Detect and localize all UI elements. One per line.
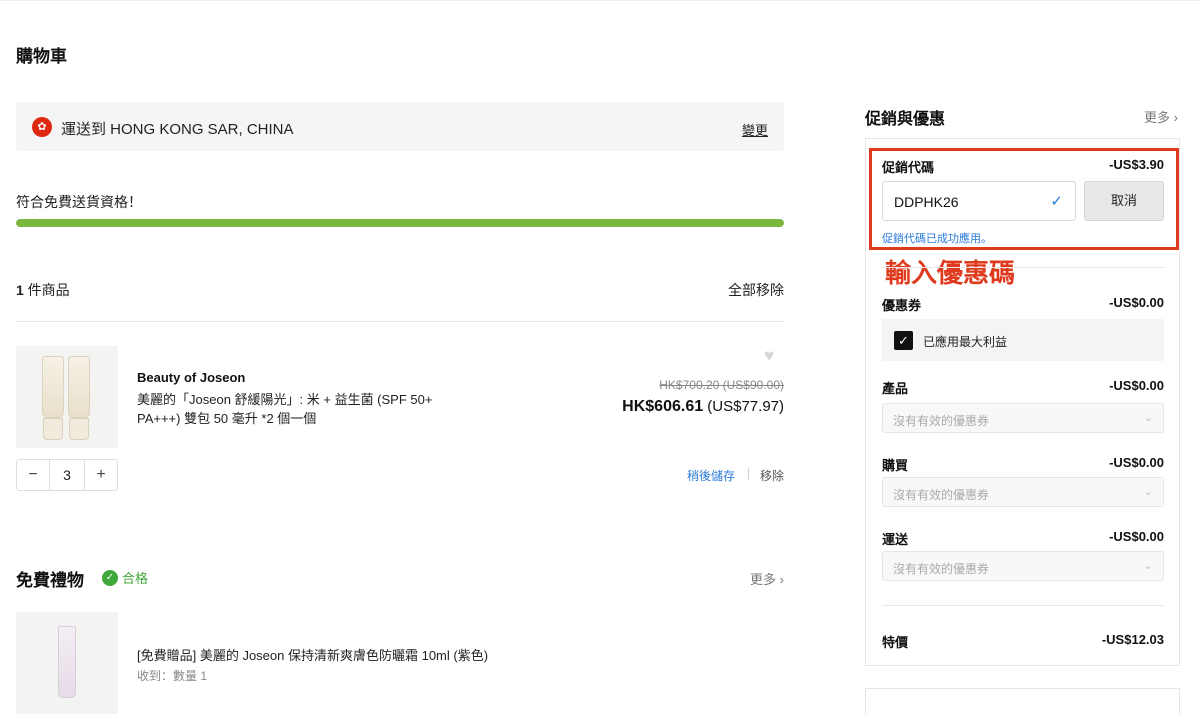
items-count-label: 件商品: [23, 282, 70, 298]
product-coupon-label: 產品: [882, 381, 909, 396]
cancel-promo-button[interactable]: 取消: [1084, 181, 1164, 221]
current-price: HK$606.61 (US$77.97): [622, 398, 784, 416]
chevron-down-icon: ⌄: [1143, 486, 1153, 498]
product-brand[interactable]: Beauty of Joseon: [137, 370, 245, 385]
progress-fill: [16, 219, 784, 227]
save-for-later-link[interactable]: 稍後儲存: [687, 467, 735, 484]
promo-code-amount: -US$3.90: [1109, 157, 1164, 172]
promotions-title: 促銷與優惠: [865, 111, 946, 128]
product-tube-cap-left: [43, 418, 63, 440]
more-gifts-link[interactable]: 更多 ›: [750, 569, 784, 588]
purchase-coupon-select[interactable]: 沒有有效的優惠券 ⌄: [882, 477, 1164, 507]
promotions-more-link[interactable]: 更多 ›: [1144, 107, 1178, 126]
divider: [882, 605, 1164, 606]
free-shipping-progress: [16, 219, 784, 227]
promo-code-value: DDPHK26: [894, 194, 959, 210]
product-coupon-amount: -US$0.00: [1109, 378, 1164, 393]
quantity-value[interactable]: 3: [50, 460, 84, 490]
heart-icon[interactable]: ♥: [764, 346, 774, 366]
gift-quantity: 收到：數量 1: [137, 669, 208, 683]
remove-item-link[interactable]: 移除: [760, 467, 784, 484]
purchase-coupon-label: 購買: [882, 458, 909, 473]
purchase-coupon-amount: -US$0.00: [1109, 455, 1164, 470]
decrease-quantity-button[interactable]: −: [17, 460, 50, 490]
quantity-stepper: − 3 +: [16, 459, 118, 491]
current-price-usd: (US$77.97): [703, 398, 784, 415]
items-count-number: 1: [16, 282, 24, 298]
max-benefit-checkbox[interactable]: ✓: [894, 331, 913, 350]
max-benefit-option[interactable]: ✓ 已應用最大利益: [882, 319, 1164, 361]
divider: [882, 267, 1164, 268]
gift-image: [16, 612, 118, 714]
action-separator: |: [746, 466, 750, 480]
top-divider: [0, 0, 1200, 1]
gift-name: [免費贈品] 美麗的 Joseon 保持清新爽膚色防曬霜 10ml (紫色): [137, 648, 489, 663]
divider: [16, 321, 784, 322]
items-count: 1 件商品: [16, 280, 70, 300]
product-image[interactable]: [16, 346, 118, 448]
shipping-bar: ✿ 運送到 HONG KONG SAR, CHINA 變更: [16, 102, 784, 151]
original-price: HK$700.20 (US$90.00): [659, 378, 784, 392]
chevron-down-icon: ⌄: [1143, 560, 1153, 572]
current-price-hkd: HK$606.61: [622, 398, 704, 415]
product-coupon-placeholder: 沒有有效的優惠券: [893, 414, 990, 428]
qualify-label: 合格: [122, 571, 149, 586]
product-tube-right: [68, 356, 90, 418]
annotation-text: 輸入優惠碼: [885, 258, 1016, 288]
change-shipping-link[interactable]: 變更: [742, 120, 768, 139]
remove-all-button[interactable]: 全部移除: [728, 280, 784, 300]
free-shipping-text: 符合免費送貨資格！: [16, 194, 142, 210]
product-name[interactable]: 美麗的「Joseon 舒緩陽光」: 米 + 益生菌 (SPF 50+ PA+++…: [137, 390, 457, 428]
product-tube-left: [42, 356, 64, 418]
shipping-coupon-amount: -US$0.00: [1109, 529, 1164, 544]
gift-tube: [58, 626, 76, 698]
page-title: 購物車: [16, 47, 67, 66]
shipping-coupon-label: 運送: [882, 532, 909, 547]
shipping-destination: 運送到 HONG KONG SAR, CHINA: [61, 121, 294, 138]
coupon-amount: -US$0.00: [1109, 295, 1164, 310]
special-price-label: 特價: [882, 635, 909, 650]
purchase-coupon-placeholder: 沒有有效的優惠券: [893, 488, 990, 502]
checkmark-icon: ✓: [1050, 193, 1063, 210]
coupon-label: 優惠券: [882, 298, 922, 313]
verified-check-icon: ✓: [102, 569, 118, 586]
chevron-down-icon: ⌄: [1143, 412, 1153, 424]
shipping-coupon-select[interactable]: 沒有有效的優惠券 ⌄: [882, 551, 1164, 581]
qualify-badge: ✓ 合格: [102, 568, 148, 587]
product-tube-cap-right: [69, 418, 89, 440]
summary-panel: [865, 688, 1180, 715]
product-coupon-select[interactable]: 沒有有效的優惠券 ⌄: [882, 403, 1164, 433]
shipping-coupon-placeholder: 沒有有效的優惠券: [893, 562, 990, 576]
max-benefit-label: 已應用最大利益: [923, 335, 1008, 349]
increase-quantity-button[interactable]: +: [84, 460, 117, 490]
promo-code-label: 促銷代碼: [882, 160, 935, 175]
special-price-amount: -US$12.03: [1101, 632, 1164, 647]
promo-success-message: 促銷代碼已成功應用。: [882, 233, 992, 245]
free-gifts-title: 免費禮物: [16, 571, 84, 590]
promo-code-input[interactable]: DDPHK26 ✓: [882, 181, 1076, 221]
hong-kong-flag-icon: ✿: [32, 117, 52, 137]
